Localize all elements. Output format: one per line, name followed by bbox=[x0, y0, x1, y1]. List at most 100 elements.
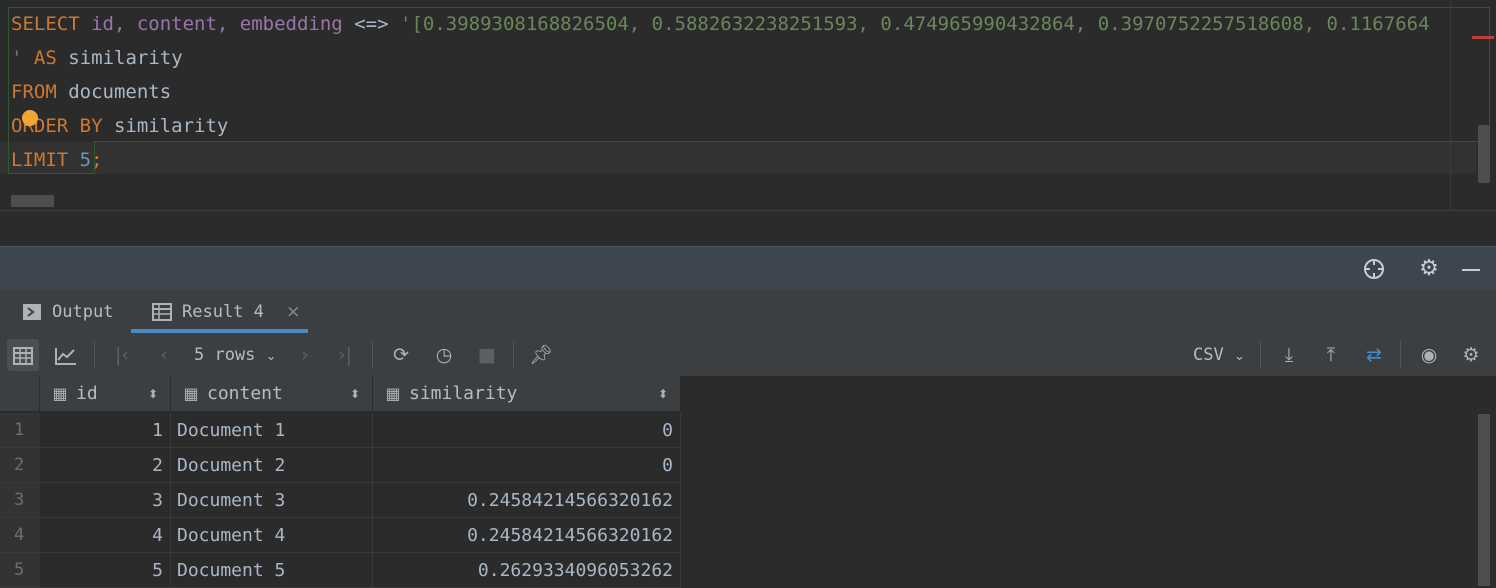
column-icon: ▦ bbox=[183, 384, 199, 403]
cell-content[interactable]: Document 5 bbox=[171, 553, 373, 588]
cell-similarity[interactable]: 0.24584214566320162 bbox=[373, 483, 681, 518]
row-number[interactable]: 1 bbox=[0, 413, 40, 448]
cell-similarity[interactable]: 0 bbox=[373, 413, 681, 448]
download-icon[interactable]: ⤓ bbox=[1273, 339, 1305, 371]
crosshair-icon[interactable] bbox=[1362, 257, 1386, 281]
semicolon: ; bbox=[91, 149, 103, 171]
table-icon bbox=[152, 290, 172, 334]
cell-similarity[interactable]: 0.24584214566320162 bbox=[373, 518, 681, 553]
right-margin-guide bbox=[1450, 0, 1451, 210]
sort-icon[interactable]: ⬍ bbox=[350, 376, 360, 412]
pin-icon[interactable]: 📌︎ bbox=[525, 339, 557, 371]
next-page-icon[interactable]: › bbox=[289, 339, 321, 371]
toolbar-separator bbox=[1260, 341, 1261, 369]
console-icon bbox=[22, 290, 42, 334]
upload-icon[interactable]: ⤒ bbox=[1315, 339, 1347, 371]
keyword-select: SELECT bbox=[11, 13, 80, 35]
column-header-id[interactable]: ▦ id ⬍ bbox=[40, 376, 171, 412]
active-tab-indicator bbox=[131, 329, 308, 333]
cell-id[interactable]: 2 bbox=[40, 448, 171, 483]
settings-gear-icon[interactable]: ⚙ bbox=[1455, 339, 1487, 371]
cell-id[interactable]: 3 bbox=[40, 483, 171, 518]
tab-result-4[interactable]: Result 4 × bbox=[152, 290, 300, 334]
limit-number: 5 bbox=[79, 149, 92, 171]
table-view-icon[interactable] bbox=[7, 339, 39, 371]
statement-outline bbox=[93, 141, 1489, 174]
keyword-from: FROM bbox=[11, 81, 57, 103]
history-icon[interactable]: ◷ bbox=[428, 339, 460, 371]
code-line-5[interactable]: LIMIT 5; bbox=[11, 143, 103, 177]
rows-count-label: 5 rows bbox=[194, 345, 256, 365]
export-format-label: CSV bbox=[1193, 345, 1224, 365]
refresh-icon[interactable]: ⟳ bbox=[385, 339, 417, 371]
cell-content[interactable]: Document 1 bbox=[171, 413, 373, 448]
vector-literal: '[0.3989308168826504, 0.5882632238251593… bbox=[400, 13, 1430, 35]
editor-vertical-scrollbar[interactable] bbox=[1478, 125, 1490, 183]
chart-view-icon[interactable] bbox=[50, 339, 82, 371]
error-stripe-mark[interactable] bbox=[1472, 36, 1494, 39]
compare-icon[interactable]: ⇄ bbox=[1358, 339, 1390, 371]
row-number[interactable]: 4 bbox=[0, 518, 40, 553]
toolbar-separator bbox=[94, 341, 95, 369]
column-list: id, content, embedding bbox=[91, 13, 343, 35]
grid-toolbar: |‹ ‹ 5 rows ⌄ › ›| ⟳ ◷ ■ 📌︎ CSV ⌄ ⤓ ⤒ ⇄ … bbox=[0, 334, 1496, 377]
alias: similarity bbox=[68, 47, 183, 69]
column-header-label: similarity bbox=[409, 383, 518, 404]
toolbar-separator bbox=[1400, 341, 1401, 369]
column-header-label: content bbox=[207, 383, 283, 404]
services-panel-header: ⚙ bbox=[0, 246, 1496, 291]
grid-vertical-scrollbar[interactable] bbox=[1478, 414, 1490, 586]
first-page-icon[interactable]: |‹ bbox=[106, 339, 138, 371]
gear-icon[interactable]: ⚙ bbox=[1417, 257, 1441, 281]
code-line-3[interactable]: FROM documents bbox=[11, 75, 171, 109]
rows-count-dropdown[interactable]: 5 rows ⌄ bbox=[194, 339, 277, 371]
toolbar-separator bbox=[513, 341, 514, 369]
cell-content[interactable]: Document 3 bbox=[171, 483, 373, 518]
cell-similarity[interactable]: 0 bbox=[373, 448, 681, 483]
tab-output[interactable]: Output bbox=[22, 290, 113, 334]
minimize-icon[interactable] bbox=[1459, 257, 1483, 281]
code-line-2[interactable]: ' AS similarity bbox=[11, 41, 183, 75]
row-number[interactable]: 2 bbox=[0, 448, 40, 483]
keyword-as: AS bbox=[33, 47, 57, 69]
eye-icon[interactable]: ◉ bbox=[1413, 339, 1445, 371]
last-page-icon[interactable]: ›| bbox=[329, 339, 361, 371]
code-line-4[interactable]: ORDER BY similarity bbox=[11, 109, 228, 143]
tab-output-label: Output bbox=[52, 302, 114, 322]
cell-id[interactable]: 5 bbox=[40, 553, 171, 588]
stop-icon[interactable]: ■ bbox=[471, 339, 503, 371]
row-number-header bbox=[0, 376, 40, 412]
chevron-down-icon: ⌄ bbox=[1233, 349, 1245, 364]
table-name: documents bbox=[68, 81, 172, 103]
sql-editor[interactable]: SELECT id, content, embedding <=> '[0.39… bbox=[0, 0, 1496, 211]
column-header-content[interactable]: ▦ content ⬍ bbox=[171, 376, 373, 412]
editor-horizontal-scrollbar[interactable] bbox=[11, 195, 54, 207]
export-format-dropdown[interactable]: CSV ⌄ bbox=[1193, 339, 1245, 371]
column-header-label: id bbox=[76, 383, 98, 404]
code-line-1[interactable]: SELECT id, content, embedding <=> '[0.39… bbox=[11, 7, 1430, 41]
results-grid[interactable]: ▦ id ⬍ ▦ content ⬍ ▦ similarity ⬍ 1 1 Document… bbox=[0, 376, 1496, 588]
cell-similarity[interactable]: 0.2629334096053262 bbox=[373, 553, 681, 588]
previous-page-icon[interactable]: ‹ bbox=[148, 339, 180, 371]
toolbar-separator bbox=[372, 341, 373, 369]
cell-content[interactable]: Document 4 bbox=[171, 518, 373, 553]
sort-icon[interactable]: ⬍ bbox=[148, 376, 158, 412]
column-header-similarity[interactable]: ▦ similarity ⬍ bbox=[373, 376, 681, 412]
string-quote: ' bbox=[11, 47, 23, 69]
editor-gap bbox=[0, 211, 1496, 247]
tab-result-label: Result 4 bbox=[182, 302, 264, 322]
intention-bulb-icon[interactable] bbox=[22, 110, 38, 126]
cell-id[interactable]: 4 bbox=[40, 518, 171, 553]
row-number[interactable]: 5 bbox=[0, 553, 40, 588]
close-icon[interactable]: × bbox=[286, 302, 300, 322]
cell-content[interactable]: Document 2 bbox=[171, 448, 373, 483]
cell-id[interactable]: 1 bbox=[40, 413, 171, 448]
sort-icon[interactable]: ⬍ bbox=[658, 376, 668, 412]
row-number[interactable]: 3 bbox=[0, 483, 40, 518]
column-icon: ▦ bbox=[52, 384, 68, 403]
distance-operator: <=> bbox=[354, 13, 389, 35]
column-icon: ▦ bbox=[385, 384, 401, 403]
keyword-limit: LIMIT bbox=[11, 149, 69, 171]
order-column: similarity bbox=[113, 115, 229, 137]
chevron-down-icon: ⌄ bbox=[265, 349, 277, 364]
